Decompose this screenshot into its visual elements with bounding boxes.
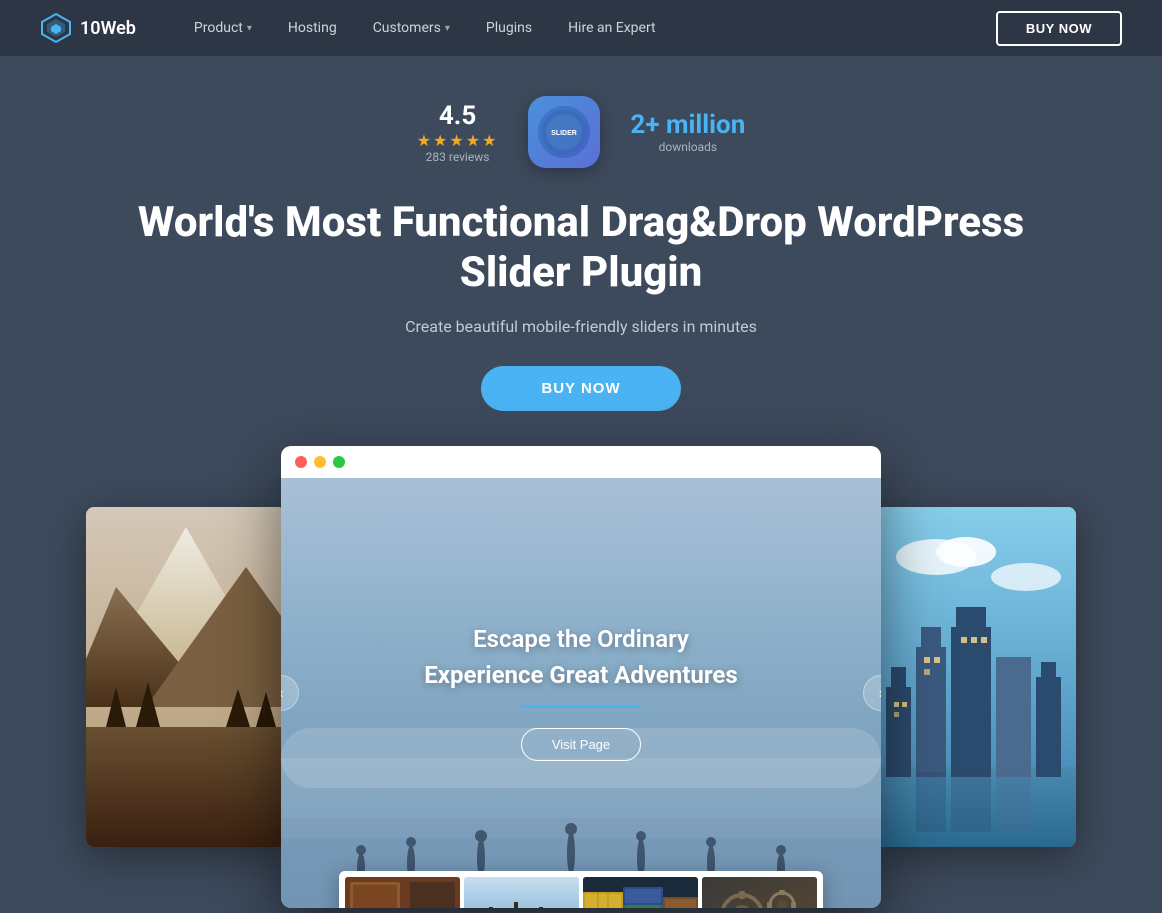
downloads-number: 2+ million [630, 110, 745, 140]
browser-window: ‹ › Escape the Ordinary Experience Great… [281, 446, 881, 908]
nav-item-customers[interactable]: Customers ▾ [355, 0, 468, 56]
nav-item-hosting[interactable]: Hosting [270, 0, 355, 56]
nav-links: Product ▾ Hosting Customers ▾ Plugins Hi… [176, 0, 996, 56]
thumbnail-strip: BOYS ONLY [339, 871, 823, 908]
buy-now-hero-button[interactable]: BUY NOW [481, 366, 680, 411]
slider-divider [521, 705, 641, 708]
nav-item-plugins[interactable]: Plugins [468, 0, 550, 56]
slider-overlay-text: Escape the Ordinary Experience Great Adv… [424, 625, 737, 761]
thumbnail-2[interactable] [464, 877, 579, 908]
product-chevron-icon: ▾ [247, 23, 252, 34]
browser-container: ‹ › Escape the Ordinary Experience Great… [171, 446, 991, 908]
plugin-icon: SLIDER [528, 96, 600, 168]
slider-visit-button[interactable]: Visit Page [521, 728, 641, 761]
logo-icon [40, 12, 72, 44]
customers-chevron-icon: ▾ [445, 23, 450, 34]
navbar: 10Web Product ▾ Hosting Customers ▾ Plug… [0, 0, 1162, 56]
downloads-label: downloads [659, 140, 718, 154]
browser-dot-yellow [314, 456, 326, 468]
browser-titlebar [281, 446, 881, 478]
browser-dot-red [295, 456, 307, 468]
nav-item-product[interactable]: Product ▾ [176, 0, 270, 56]
buy-now-nav-button[interactable]: BUY NOW [996, 11, 1122, 46]
svg-text:SLIDER: SLIDER [552, 130, 578, 137]
hero-subtitle: Create beautiful mobile-friendly sliders… [405, 317, 757, 336]
city-image [876, 507, 1076, 847]
mountain-image [86, 507, 286, 847]
thumbnail-4[interactable] [702, 877, 817, 908]
stat-rating: 4.5 ★★★★★ 283 reviews [417, 101, 499, 164]
thumbnail-1[interactable]: BOYS ONLY [345, 877, 460, 908]
rating-number: 4.5 [439, 101, 476, 131]
stat-downloads: 2+ million downloads [630, 110, 745, 154]
stars-icon: ★★★★★ [417, 131, 499, 150]
hero-section: 4.5 ★★★★★ 283 reviews SLIDER 2+ million … [0, 56, 1162, 908]
hero-title: World's Most Functional Drag&Drop WordPr… [131, 198, 1031, 299]
browser-dot-green [333, 456, 345, 468]
side-card-left [86, 507, 286, 847]
side-card-right [876, 507, 1076, 847]
nav-item-hire-expert[interactable]: Hire an Expert [550, 0, 674, 56]
browser-content: ‹ › Escape the Ordinary Experience Great… [281, 478, 881, 908]
plugin-icon-inner: SLIDER [538, 106, 590, 158]
slider-title-line1: Escape the Ordinary [424, 625, 737, 653]
logo[interactable]: 10Web [40, 12, 136, 44]
reviews-text: 283 reviews [426, 150, 490, 164]
nav-right: BUY NOW [996, 11, 1122, 46]
stats-row: 4.5 ★★★★★ 283 reviews SLIDER 2+ million … [417, 96, 746, 168]
slider-title-line2: Experience Great Adventures [424, 661, 737, 689]
logo-text: 10Web [80, 18, 136, 39]
plugin-logo-svg: SLIDER [540, 108, 588, 156]
thumbnail-3[interactable] [583, 877, 698, 908]
